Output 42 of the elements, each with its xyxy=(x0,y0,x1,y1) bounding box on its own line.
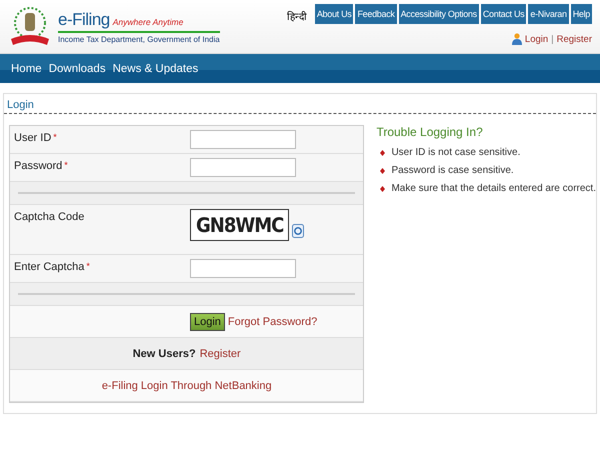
register-link[interactable]: Register xyxy=(556,34,592,44)
nav-link[interactable]: Home xyxy=(11,62,42,74)
link-divider: | xyxy=(551,34,554,44)
brand-name: e-Filing xyxy=(58,10,110,30)
diamond-bullet-icon xyxy=(380,150,386,156)
required-mark: * xyxy=(53,132,57,144)
diamond-bullet-icon xyxy=(380,186,386,192)
netbanking-link[interactable]: e-Filing Login Through NetBanking xyxy=(102,380,272,392)
new-users-label: New Users? xyxy=(132,348,196,360)
input-field[interactable] xyxy=(190,130,296,149)
input-field[interactable] xyxy=(190,259,296,278)
captcha-image: GN8WMC xyxy=(190,209,290,241)
language-link[interactable]: हिन्दी xyxy=(286,4,313,24)
panel-title: Login xyxy=(4,94,596,114)
refresh-icon[interactable] xyxy=(292,224,304,238)
login-button[interactable]: Login xyxy=(190,312,225,330)
field-label: Enter Captcha xyxy=(14,261,84,273)
tip-text: Password is case sensitive. xyxy=(391,165,514,177)
help-title: Trouble Logging In? xyxy=(376,125,484,139)
field-label: Password xyxy=(14,160,62,172)
login-link[interactable]: Login xyxy=(524,34,548,44)
top-nav-tab[interactable]: Feedback xyxy=(355,4,397,24)
top-nav-tab[interactable]: Contact Us xyxy=(480,4,526,24)
diamond-bullet-icon xyxy=(380,168,386,174)
field-label: Captcha Code xyxy=(14,211,84,223)
forgot-password-link[interactable]: Forgot Password? xyxy=(228,316,318,328)
required-mark: * xyxy=(86,261,90,273)
nav-link[interactable]: Downloads xyxy=(48,62,106,74)
top-nav-tab[interactable]: Accessibility Options xyxy=(398,4,479,24)
top-nav-tab[interactable]: e-Nivaran xyxy=(528,4,569,24)
input-field[interactable] xyxy=(190,158,296,177)
user-icon xyxy=(512,33,522,45)
tip-text: User ID is not case sensitive. xyxy=(391,147,520,159)
tagline: Anywhere Anytime xyxy=(112,16,184,26)
register-link[interactable]: Register xyxy=(200,348,241,360)
department-name: Income Tax Department, Government of India xyxy=(58,34,220,44)
nav-link[interactable]: News & Updates xyxy=(112,62,198,74)
field-label: User ID xyxy=(14,132,52,144)
tip-text: Make sure that the details entered are correct. xyxy=(391,183,596,195)
required-mark: * xyxy=(64,160,68,172)
top-nav-tab[interactable]: Help xyxy=(570,4,592,24)
top-nav-tab[interactable]: About Us xyxy=(314,4,354,24)
